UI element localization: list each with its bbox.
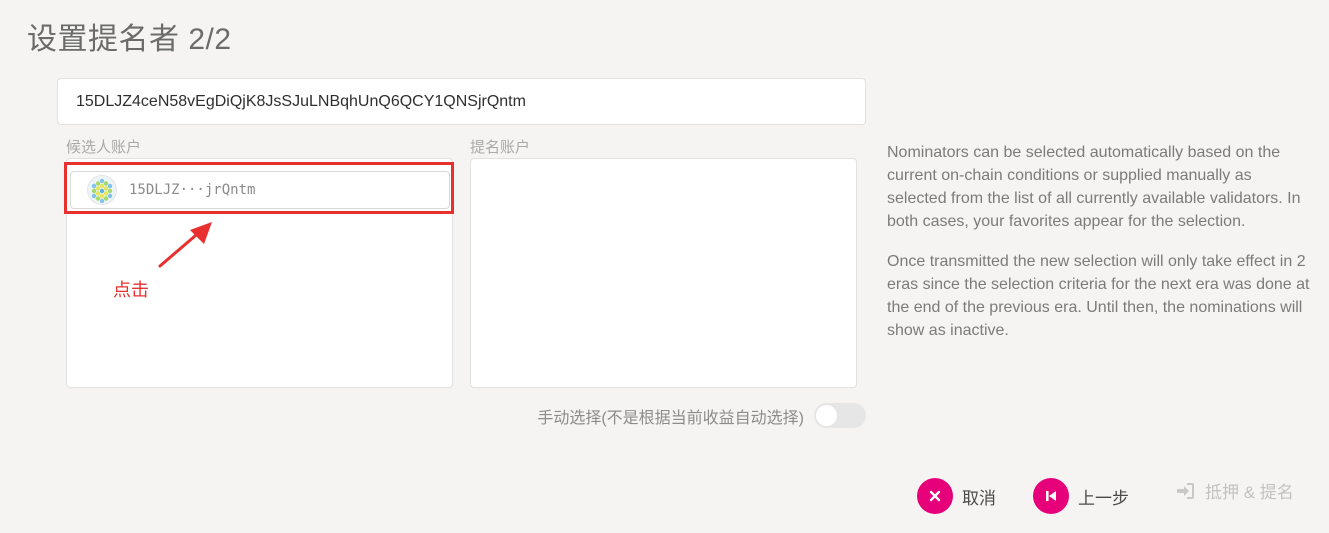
identicon-icon xyxy=(87,175,117,205)
address-input-value: 15DLJZ4ceN58vEgDiQjK8JsSJuLNBqhUnQ6QCY1Q… xyxy=(76,92,526,110)
candidate-address: 15DLJZ···jrQntm xyxy=(129,182,256,198)
cancel-label: 取消 xyxy=(962,488,996,508)
nominated-list xyxy=(470,158,857,388)
nominated-label: 提名账户 xyxy=(470,139,531,156)
modal-actions: 取消 上一步 抵押 & 提名 xyxy=(0,478,1329,518)
modal-title: 设置提名者 2/2 xyxy=(27,23,232,56)
step-backward-icon xyxy=(1033,478,1069,514)
help-text: Nominators can be selected automatically… xyxy=(887,141,1312,359)
sign-in-icon xyxy=(1175,482,1195,500)
manual-select-toggle[interactable] xyxy=(814,403,866,428)
cancel-button[interactable]: 取消 xyxy=(917,478,996,514)
bond-nominate-label: 抵押 & 提名 xyxy=(1205,483,1294,502)
candidates-label: 候选人账户 xyxy=(66,139,142,156)
candidates-list: 15DLJZ···jrQntm xyxy=(66,158,453,388)
help-paragraph-1: Nominators can be selected automatically… xyxy=(887,144,1301,230)
prev-step-label: 上一步 xyxy=(1078,488,1129,508)
help-paragraph-2: Once transmitted the new selection will … xyxy=(887,253,1310,339)
manual-select-label: 手动选择(不是根据当前收益自动选择) xyxy=(537,409,804,427)
close-icon xyxy=(917,478,953,514)
toggle-knob xyxy=(816,405,837,426)
annotation-label: 点击 xyxy=(113,280,149,300)
address-input[interactable]: 15DLJZ4ceN58vEgDiQjK8JsSJuLNBqhUnQ6QCY1Q… xyxy=(57,78,866,125)
candidate-account-item[interactable]: 15DLJZ···jrQntm xyxy=(70,171,450,209)
prev-step-button[interactable]: 上一步 xyxy=(1033,478,1129,514)
manual-select-row: 手动选择(不是根据当前收益自动选择) xyxy=(537,403,866,428)
bond-nominate-button[interactable]: 抵押 & 提名 xyxy=(1175,478,1294,503)
